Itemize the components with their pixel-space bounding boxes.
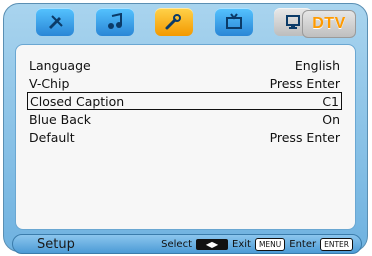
enter-key-icon: ENTER <box>320 237 353 251</box>
setting-row-vchip[interactable]: V-Chip Press Enter <box>27 74 342 92</box>
wrench-icon <box>165 14 181 30</box>
top-tab-bar: DTV <box>14 8 366 40</box>
picture-tab[interactable] <box>36 8 74 36</box>
setting-row-closed-caption[interactable]: Closed Caption C1 <box>27 92 342 110</box>
setting-value: English <box>294 57 340 73</box>
monitor-icon <box>286 15 300 29</box>
picture-icon <box>49 15 63 29</box>
setting-value: Press Enter <box>269 75 340 91</box>
dtv-logo: DTV <box>302 10 356 38</box>
setting-label: Language <box>29 57 91 73</box>
dtv-logo-text: DTV <box>312 15 346 32</box>
setting-row-default[interactable]: Default Press Enter <box>27 128 342 146</box>
setting-label: Blue Back <box>29 111 91 127</box>
enter-label: Enter <box>289 238 317 250</box>
exit-label: Exit <box>232 238 251 250</box>
setting-label: V-Chip <box>29 75 70 91</box>
footer-bar: Setup Select ◀▶ Exit MENU Enter ENTER <box>12 234 362 254</box>
setting-label: Closed Caption <box>30 93 125 109</box>
setting-value: C1 <box>322 93 339 109</box>
select-label: Select <box>161 238 193 250</box>
sound-tab[interactable] <box>96 8 134 36</box>
setup-tab[interactable] <box>155 8 193 36</box>
settings-list: Language English V-Chip Press Enter Clos… <box>27 56 342 146</box>
setting-value: On <box>322 111 340 127</box>
footer-title: Setup <box>37 236 75 252</box>
sound-icon <box>108 13 122 29</box>
channel-tab[interactable] <box>215 8 253 36</box>
setting-label: Default <box>29 129 75 145</box>
menu-key-icon: MENU <box>254 237 286 251</box>
nav-arrows-icon: ◀▶ <box>196 238 229 250</box>
setting-row-blue-back[interactable]: Blue Back On <box>27 110 342 128</box>
setting-value: Press Enter <box>269 129 340 145</box>
footer-help: Select ◀▶ Exit MENU Enter ENTER <box>161 237 353 251</box>
setting-row-language[interactable]: Language English <box>27 56 342 74</box>
tv-icon <box>226 13 242 29</box>
